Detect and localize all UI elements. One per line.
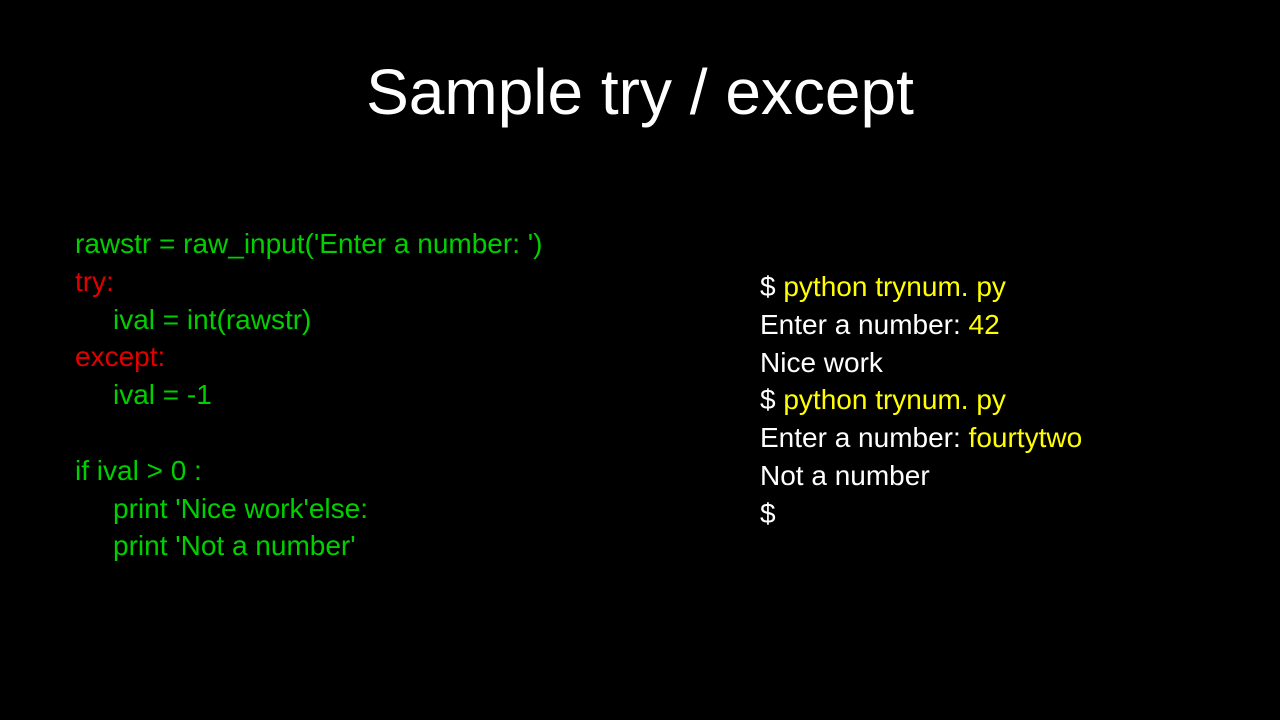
output-result-2: Not a number	[760, 460, 930, 491]
code-line-3: ival = int(rawstr)	[113, 304, 311, 335]
slide: Sample try / except rawstr = raw_input('…	[0, 0, 1280, 720]
code-line-1: rawstr = raw_input('Enter a number: ')	[75, 228, 542, 259]
code-line-7a: print 'Nice work'	[113, 493, 309, 524]
code-line-2: try:	[75, 266, 114, 297]
output-prompt-3: $	[760, 498, 776, 529]
slide-title: Sample try / except	[0, 55, 1280, 129]
output-input-2: fourtytwo	[961, 422, 1082, 453]
code-line-4: except:	[75, 341, 165, 372]
output-input-1: 42	[961, 309, 1000, 340]
code-line-8: print 'Not a number'	[113, 530, 356, 561]
code-line-6: if ival > 0 :	[75, 455, 202, 486]
output-cmd-2: python trynum. py	[783, 384, 1006, 415]
output-prompt-2: $	[760, 384, 783, 415]
output-prompt-text-1: Enter a number:	[760, 309, 961, 340]
output-prompt-text-2: Enter a number:	[760, 422, 961, 453]
output-prompt-1: $	[760, 271, 783, 302]
code-line-7b: else:	[309, 493, 368, 524]
code-block: rawstr = raw_input('Enter a number: ') t…	[75, 225, 542, 565]
code-line-5: ival = -1	[113, 379, 212, 410]
output-cmd-1: python trynum. py	[783, 271, 1006, 302]
output-result-1: Nice work	[760, 347, 883, 378]
output-block: $ python trynum. py Enter a number: 42 N…	[760, 268, 1082, 533]
